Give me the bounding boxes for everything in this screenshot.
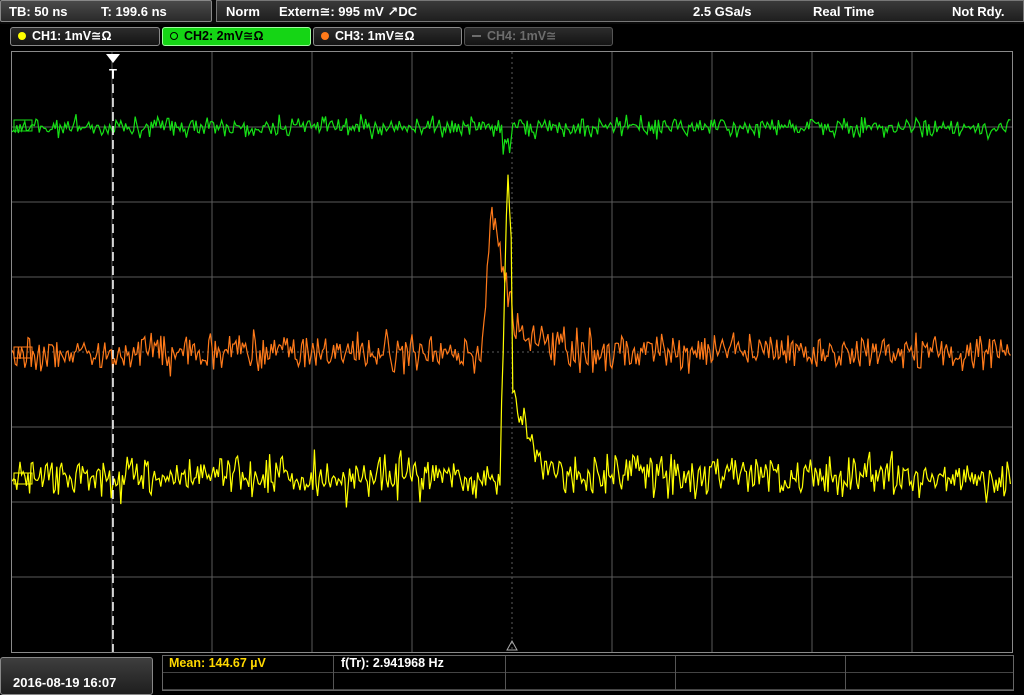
measurement-row: Mean: 144.67 µV f(Tr): 2.941968 Hz bbox=[163, 656, 1013, 673]
timebase-label: TB: 50 ns bbox=[9, 4, 68, 19]
waveform-canvas: T bbox=[12, 52, 1012, 652]
mean-measurement: Mean: 144.67 µV bbox=[169, 656, 266, 670]
timestamp: 2016-08-19 16:07 bbox=[13, 675, 117, 690]
acquisition-mode-label: Real Time bbox=[813, 4, 875, 19]
tab-ch1-label: CH1: 1mV≅Ω bbox=[32, 29, 112, 43]
waveform-display[interactable]: T bbox=[11, 51, 1013, 653]
datetime-box[interactable]: 2016-08-19 16:07 bbox=[0, 657, 153, 695]
oscilloscope-screen: TB: 50 ns T: 199.6 ns Norm Extern≅: 995 … bbox=[0, 0, 1024, 695]
measurement-panel[interactable]: Mean: 144.67 µV f(Tr): 2.941968 Hz bbox=[162, 655, 1014, 691]
ch1-waveform bbox=[12, 174, 1011, 508]
tab-ch2[interactable]: CH2: 2mV≅Ω bbox=[162, 27, 311, 46]
measurement-row-empty bbox=[163, 673, 1013, 690]
tab-ch4-label: CH4: 1mV≅ bbox=[487, 29, 557, 43]
divider bbox=[505, 656, 506, 690]
timebase-box[interactable]: TB: 50 ns T: 199.6 ns bbox=[0, 0, 212, 22]
divider bbox=[845, 656, 846, 690]
tab-ch1[interactable]: CH1: 1mV≅Ω bbox=[10, 27, 160, 46]
ch2-dot-icon bbox=[170, 32, 178, 40]
sample-rate-label: 2.5 GSa/s bbox=[693, 4, 752, 19]
ch3-dot-icon bbox=[321, 32, 329, 40]
ch4-dash-icon bbox=[472, 35, 481, 37]
tab-ch3[interactable]: CH3: 1mV≅Ω bbox=[313, 27, 462, 46]
bottom-bar: 2016-08-19 16:07 Mean: 144.67 µV f(Tr): … bbox=[0, 655, 1024, 695]
trigger-marker: T bbox=[109, 66, 117, 81]
trigger-source-label: Extern≅: 995 mV ↗DC bbox=[279, 4, 418, 19]
trigger-mode-label: Norm bbox=[226, 4, 260, 19]
trigger-arrow-icon[interactable] bbox=[106, 54, 120, 63]
tab-ch4[interactable]: CH4: 1mV≅ bbox=[464, 27, 613, 46]
trigger-time-label: T: 199.6 ns bbox=[101, 4, 167, 19]
tab-ch2-label: CH2: 2mV≅Ω bbox=[184, 29, 264, 43]
tab-ch3-label: CH3: 1mV≅Ω bbox=[335, 29, 415, 43]
top-status-bar: TB: 50 ns T: 199.6 ns Norm Extern≅: 995 … bbox=[0, 0, 1024, 24]
ch1-dot-icon bbox=[18, 32, 26, 40]
acquisition-status-bar[interactable]: Norm Extern≅: 995 mV ↗DC 2.5 GSa/s Real … bbox=[216, 0, 1024, 22]
divider bbox=[675, 656, 676, 690]
ch2-waveform bbox=[12, 114, 1011, 155]
run-state-label: Not Rdy. bbox=[952, 4, 1005, 19]
divider bbox=[333, 656, 334, 690]
channel-tabs: CH1: 1mV≅Ω CH2: 2mV≅Ω CH3: 1mV≅Ω CH4: 1m… bbox=[0, 25, 1024, 49]
frequency-measurement: f(Tr): 2.941968 Hz bbox=[341, 656, 444, 670]
